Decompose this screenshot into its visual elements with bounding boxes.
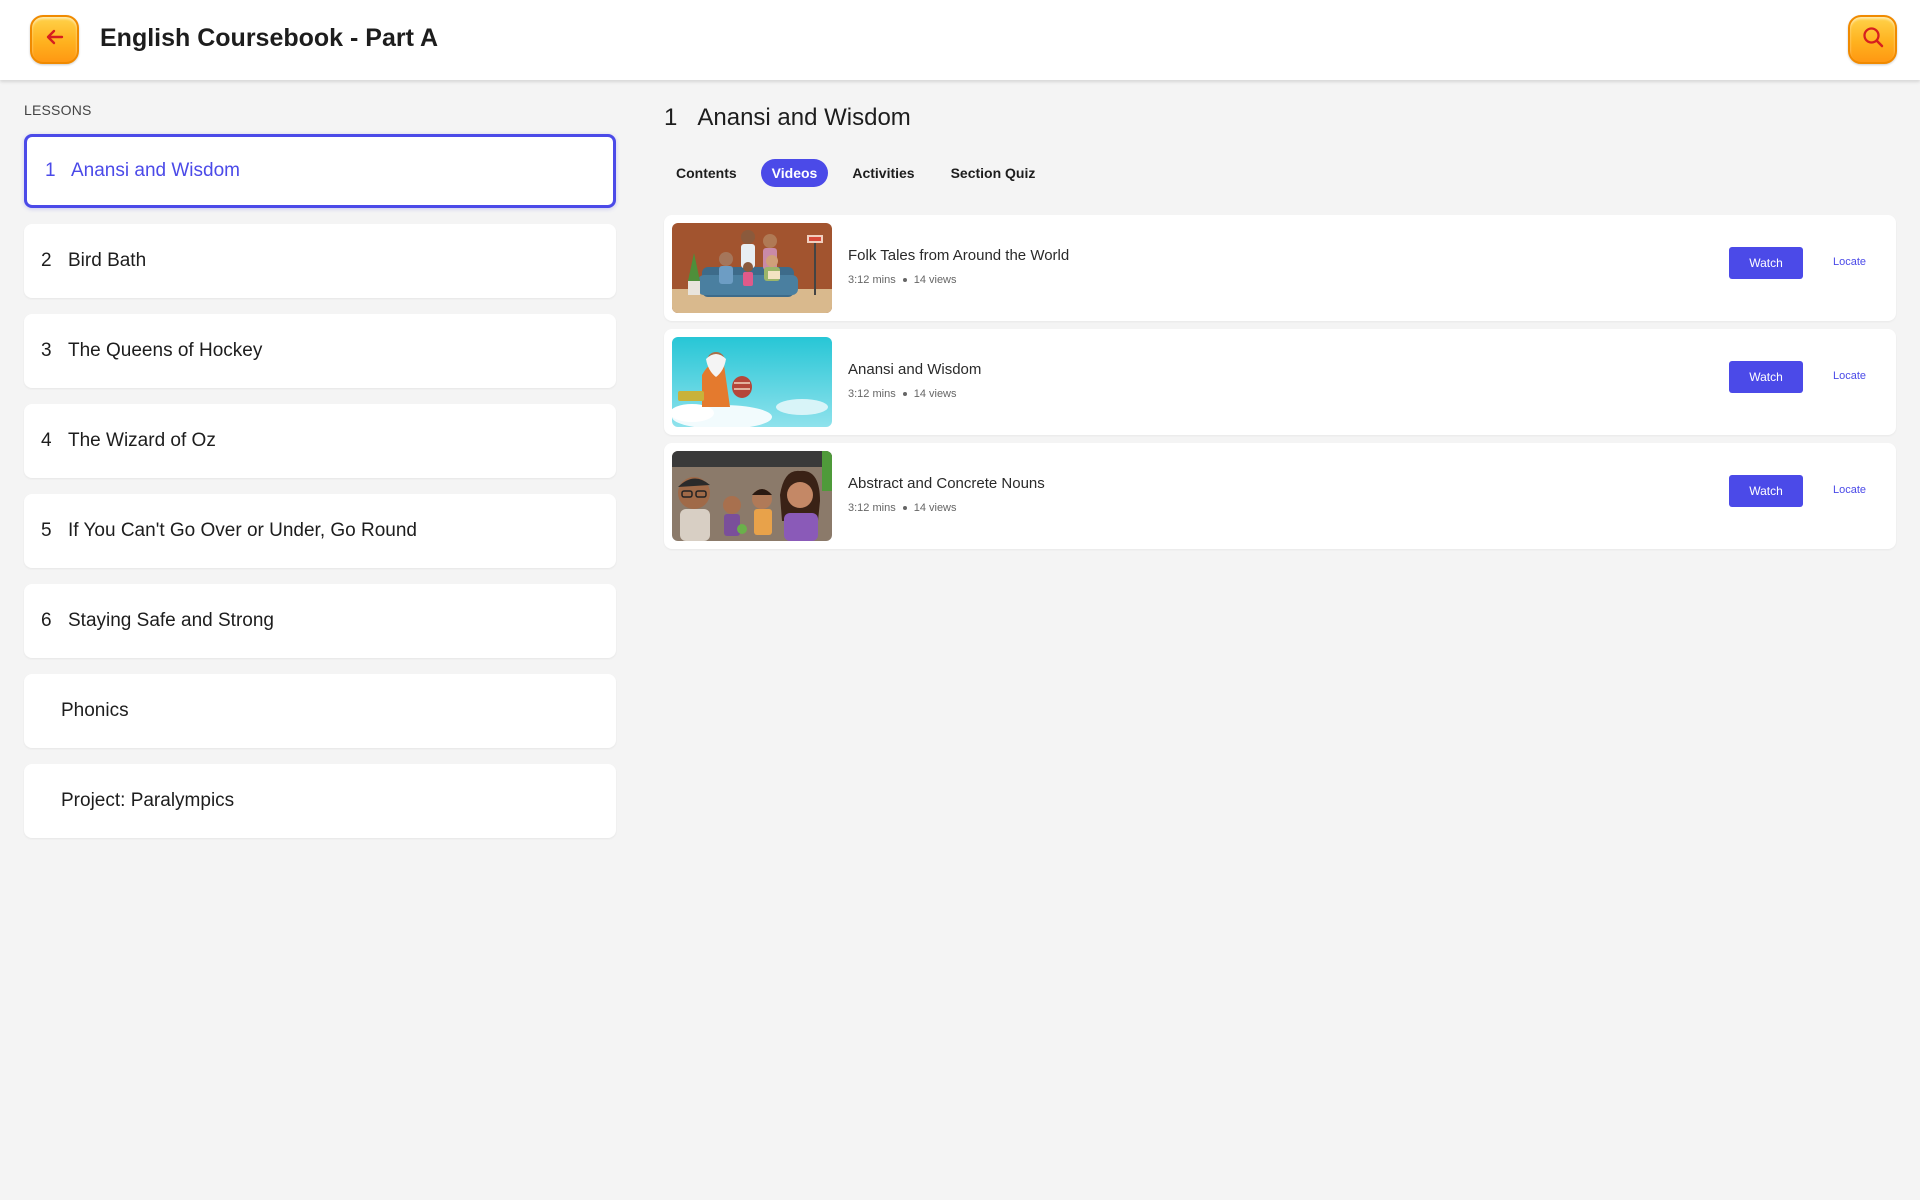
video-thumbnail[interactable] <box>672 223 832 313</box>
video-card: Folk Tales from Around the World 3:12 mi… <box>664 215 1896 321</box>
lesson-label: If You Can't Go Over or Under, Go Round <box>68 520 417 541</box>
lesson-label: Phonics <box>61 700 129 721</box>
video-thumbnail[interactable] <box>672 451 832 541</box>
video-meta: 3:12 mins 14 views <box>848 274 957 286</box>
lesson-label: Bird Bath <box>68 250 147 271</box>
lessons-heading: LESSONS <box>24 102 92 118</box>
section-tabs: Contents Videos Activities Section Quiz <box>664 159 1059 187</box>
video-views: 14 views <box>913 388 957 400</box>
video-card: Abstract and Concrete Nouns 3:12 mins 14… <box>664 443 1896 549</box>
lesson-item-wizard-of-oz[interactable]: 4 The Wizard of Oz <box>24 404 616 478</box>
separator-dot-icon <box>902 506 907 510</box>
video-views: 14 views <box>913 274 957 286</box>
section-title: Anansi and Wisdom <box>697 104 911 131</box>
lesson-label: The Wizard of Oz <box>68 430 216 451</box>
watch-button[interactable]: Watch <box>1729 361 1803 393</box>
lesson-number: 6 <box>41 610 52 631</box>
lesson-item-anansi-and-wisdom[interactable]: 1 Anansi and Wisdom <box>24 134 616 208</box>
tab-section-quiz[interactable]: Section Quiz <box>939 159 1048 187</box>
locate-link[interactable]: Locate <box>1833 256 1866 268</box>
video-thumbnail[interactable] <box>672 337 832 427</box>
video-card: Anansi and Wisdom 3:12 mins 14 views Wat… <box>664 329 1896 435</box>
top-bar: English Coursebook - Part A <box>0 0 1920 80</box>
lesson-number: 3 <box>41 340 52 361</box>
lesson-label: Anansi and Wisdom <box>71 160 240 181</box>
lesson-number: 5 <box>41 520 52 541</box>
video-title[interactable]: Abstract and Concrete Nouns <box>848 475 1045 492</box>
watch-button[interactable]: Watch <box>1729 475 1803 507</box>
video-views: 14 views <box>913 502 957 514</box>
lesson-number: 1 <box>45 160 56 181</box>
lesson-item-go-round[interactable]: 5 If You Can't Go Over or Under, Go Roun… <box>24 494 616 568</box>
separator-dot-icon <box>902 278 907 282</box>
back-button[interactable] <box>30 15 79 64</box>
video-duration: 3:12 mins <box>848 274 896 286</box>
lesson-item-project-paralympics[interactable]: Project: Paralympics <box>24 764 616 838</box>
video-list: Folk Tales from Around the World 3:12 mi… <box>664 215 1896 557</box>
lesson-item-bird-bath[interactable]: 2 Bird Bath <box>24 224 616 298</box>
tab-contents[interactable]: Contents <box>664 159 749 187</box>
lesson-number: 2 <box>41 250 52 271</box>
page-title: English Coursebook - Part A <box>100 24 439 52</box>
video-title[interactable]: Folk Tales from Around the World <box>848 247 1069 264</box>
lesson-label: The Queens of Hockey <box>68 340 263 361</box>
video-duration: 3:12 mins <box>848 388 896 400</box>
arrow-left-icon <box>44 26 66 53</box>
section-heading: 1 Anansi and Wisdom <box>664 104 911 132</box>
locate-link[interactable]: Locate <box>1833 370 1866 382</box>
lesson-number: 4 <box>41 430 52 451</box>
lesson-list: 1 Anansi and Wisdom 2 Bird Bath 3 The Qu… <box>24 134 616 854</box>
locate-link[interactable]: Locate <box>1833 484 1866 496</box>
video-title[interactable]: Anansi and Wisdom <box>848 361 981 378</box>
video-duration: 3:12 mins <box>848 502 896 514</box>
lesson-label: Staying Safe and Strong <box>68 610 274 631</box>
lesson-item-phonics[interactable]: Phonics <box>24 674 616 748</box>
separator-dot-icon <box>902 392 907 396</box>
section-number: 1 <box>664 104 678 131</box>
search-icon <box>1861 25 1885 54</box>
tab-videos[interactable]: Videos <box>760 159 829 187</box>
search-button[interactable] <box>1848 15 1897 64</box>
lesson-label: Project: Paralympics <box>61 790 235 811</box>
lesson-item-queens-of-hockey[interactable]: 3 The Queens of Hockey <box>24 314 616 388</box>
watch-button[interactable]: Watch <box>1729 247 1803 279</box>
lesson-item-staying-safe[interactable]: 6 Staying Safe and Strong <box>24 584 616 658</box>
video-meta: 3:12 mins 14 views <box>848 502 957 514</box>
tab-activities[interactable]: Activities <box>840 159 926 187</box>
video-meta: 3:12 mins 14 views <box>848 388 957 400</box>
